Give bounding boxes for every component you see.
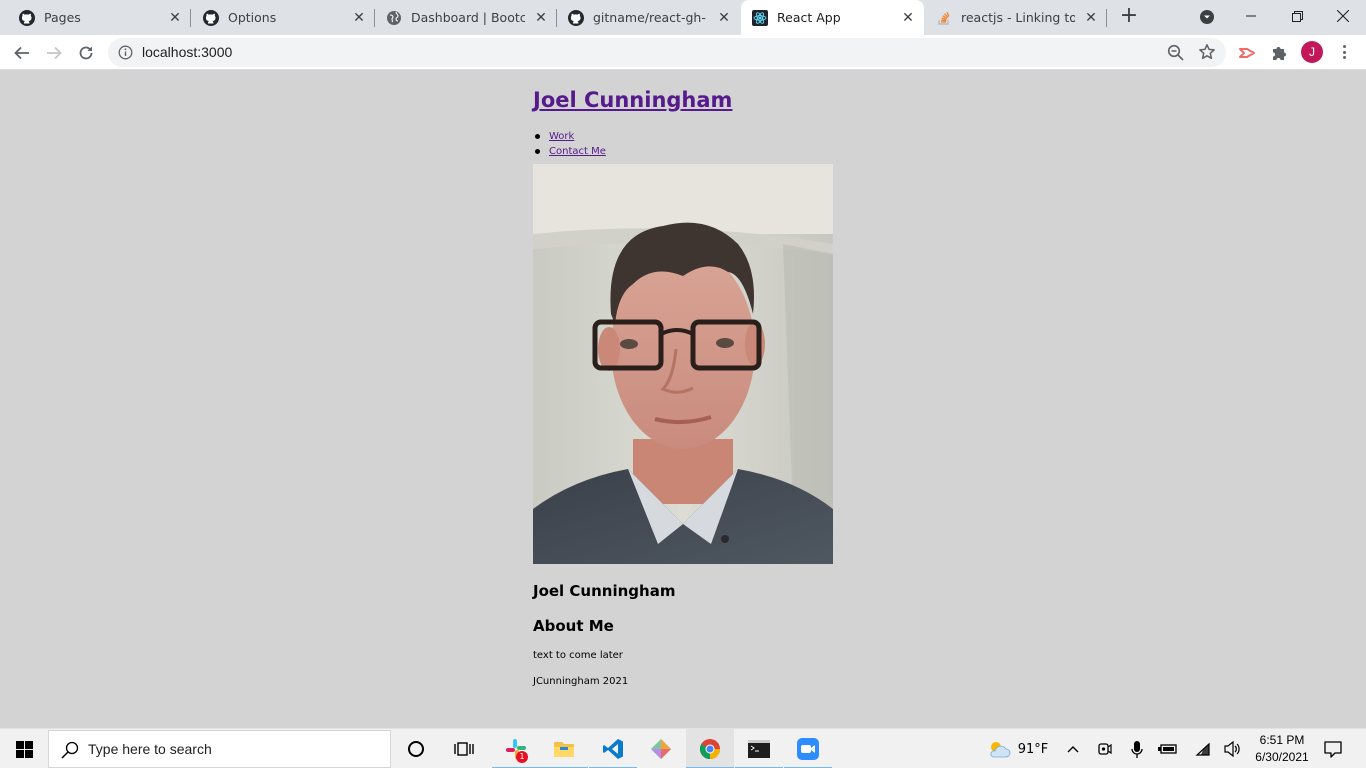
tab-strip: Pages ✕ Options ✕ Dashboard | Bootcamp ✕… — [0, 0, 1366, 35]
new-tab-button[interactable]: + — [1117, 5, 1141, 29]
close-icon[interactable]: ✕ — [900, 10, 916, 26]
globe-icon — [386, 10, 402, 26]
about-heading: About Me — [533, 617, 614, 635]
name-heading: Joel Cunningham — [533, 582, 676, 600]
github-icon — [203, 9, 219, 26]
extensions-puzzle-icon[interactable] — [1270, 44, 1288, 62]
vscode-icon[interactable] — [589, 729, 637, 768]
tab-title: Dashboard | Bootcamp — [411, 10, 525, 25]
close-icon[interactable]: ✕ — [1083, 10, 1099, 26]
forward-button[interactable] — [41, 40, 67, 66]
about-text: text to come later — [533, 650, 623, 661]
notification-badge: 1 — [516, 751, 528, 763]
windows-start-button[interactable] — [0, 729, 48, 768]
footer-text: JCunningham 2021 — [533, 676, 629, 687]
react-icon — [752, 9, 768, 26]
tab-title: gitname/react-gh-pages — [593, 10, 707, 25]
wifi-icon[interactable] — [1192, 729, 1214, 768]
browser-toolbar: localhost:3000 J — [0, 35, 1366, 70]
nav-list: Work Contact Me — [533, 129, 606, 159]
battery-icon[interactable] — [1157, 729, 1179, 768]
tab-title: React App — [777, 10, 841, 25]
close-icon[interactable]: ✕ — [351, 10, 367, 26]
nav-link-contact[interactable]: Contact Me — [549, 146, 606, 157]
tab-options[interactable]: Options ✕ — [184, 0, 375, 35]
meet-now-icon[interactable] — [1094, 729, 1116, 768]
minimize-button[interactable] — [1228, 0, 1274, 32]
site-title-link[interactable]: Joel Cunningham — [533, 88, 732, 112]
notifications-icon[interactable] — [1320, 729, 1346, 768]
address-bar[interactable]: localhost:3000 — [108, 38, 1226, 67]
back-button[interactable] — [9, 40, 35, 66]
taskbar: Type here to search 1 91°F 6:51 PM 6/30/… — [0, 728, 1366, 768]
weather-temperature[interactable]: 91°F — [1016, 729, 1050, 768]
weather-icon[interactable] — [984, 729, 1014, 768]
tab-pages[interactable]: Pages ✕ — [0, 0, 191, 35]
tab-title: reactjs - Linking to css — [961, 10, 1075, 25]
tab-dashboard[interactable]: Dashboard | Bootcamp ✕ — [367, 0, 557, 35]
tab-title: Options — [228, 10, 277, 25]
clock-date: 6/30/2021 — [1255, 750, 1309, 764]
system-clock[interactable]: 6:51 PM 6/30/2021 — [1250, 732, 1314, 766]
github-icon — [19, 9, 35, 26]
cortana-icon[interactable] — [392, 729, 440, 768]
tab-stackoverflow[interactable]: reactjs - Linking to css ✕ — [924, 0, 1107, 35]
close-icon[interactable]: ✕ — [167, 10, 183, 26]
nav-item-contact: Contact Me — [533, 144, 606, 159]
tab-title: Pages — [44, 10, 81, 25]
web-page: Joel Cunningham Work Contact Me Joel Cun… — [0, 71, 1366, 728]
zoom-icon[interactable] — [1167, 44, 1184, 61]
site-info-icon[interactable] — [118, 45, 133, 60]
search-placeholder: Type here to search — [88, 741, 212, 757]
file-explorer-icon[interactable] — [540, 729, 588, 768]
browser-menu-icon[interactable] — [1336, 43, 1352, 61]
tab-react-gh-pages[interactable]: gitname/react-gh-pages ✕ — [549, 0, 740, 35]
nav-link-work[interactable]: Work — [549, 131, 574, 142]
close-icon[interactable]: ✕ — [716, 10, 732, 26]
bookmark-star-icon[interactable] — [1198, 43, 1216, 61]
zoom-app-icon[interactable] — [784, 729, 832, 768]
slack-app-icon[interactable]: 1 — [492, 729, 540, 768]
restore-button[interactable] — [1274, 0, 1320, 32]
url-text[interactable]: localhost:3000 — [142, 44, 232, 60]
microphone-icon[interactable] — [1126, 729, 1148, 768]
terminal-icon[interactable] — [735, 729, 783, 768]
profile-photo — [533, 164, 833, 564]
chrome-icon[interactable] — [686, 729, 734, 768]
tab-separator — [1106, 9, 1107, 27]
taskbar-search-box[interactable]: Type here to search — [48, 730, 391, 768]
tab-react-app[interactable]: React App ✕ — [741, 0, 924, 35]
task-view-icon[interactable] — [440, 729, 488, 768]
search-icon — [61, 741, 79, 759]
extension-icon[interactable] — [1238, 44, 1256, 62]
stackoverflow-icon — [936, 10, 952, 26]
tab-search-icon[interactable] — [1199, 9, 1215, 25]
nav-item-work: Work — [533, 129, 606, 144]
volume-icon[interactable] — [1222, 729, 1244, 768]
reload-button[interactable] — [73, 40, 99, 66]
close-window-button[interactable] — [1320, 0, 1366, 32]
close-icon[interactable]: ✕ — [533, 10, 549, 26]
github-icon — [568, 9, 584, 26]
profile-avatar[interactable]: J — [1301, 41, 1323, 63]
chevron-up-icon[interactable] — [1062, 729, 1084, 768]
clock-time: 6:51 PM — [1259, 733, 1305, 747]
git-kraken-icon[interactable] — [637, 729, 685, 768]
